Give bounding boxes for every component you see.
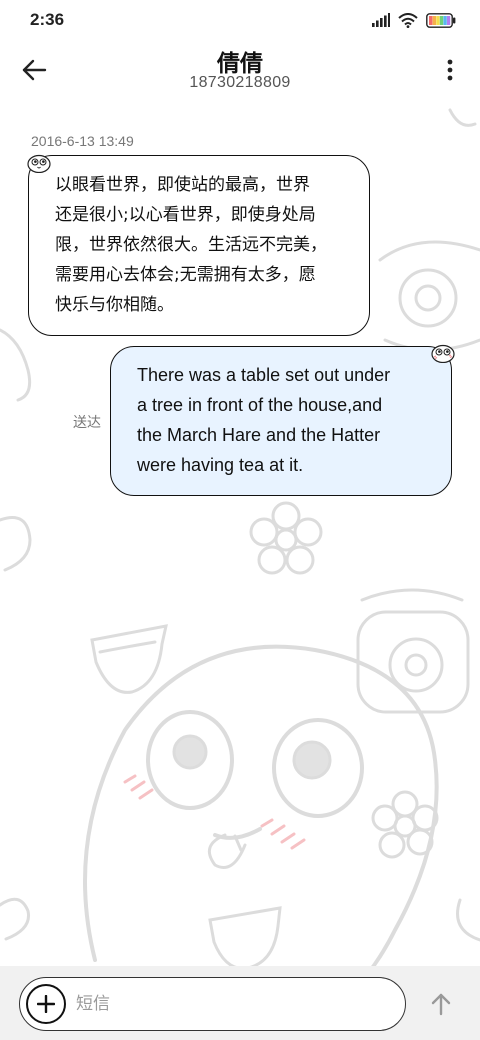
message-line: 需要用心去体会;无需拥有太多，愿 (55, 265, 316, 285)
message-input[interactable] (76, 986, 376, 1022)
conversation-header: 倩倩 18730218809 (0, 40, 480, 104)
message-line: There was a table set out under (137, 365, 391, 385)
more-options-button[interactable] (438, 52, 462, 88)
message-composer (0, 966, 480, 1040)
message-line: were having tea at it. (137, 455, 304, 475)
face-sticker-icon (431, 344, 455, 363)
face-sticker-icon (27, 154, 51, 173)
message-line: a tree in front of the house,and (137, 395, 383, 415)
contact-name: 倩倩 (217, 51, 263, 77)
delivery-status: 送达 (73, 415, 101, 431)
message-line: 以眼看世界，即使站的最高，世界 (55, 175, 310, 195)
attach-button[interactable] (26, 984, 66, 1024)
status-time: 2:36 (30, 10, 65, 29)
outgoing-message-bubble[interactable]: There was a table set out under a tree i… (110, 344, 455, 496)
status-bar: 2:36 (0, 0, 480, 40)
message-line: 还是很小;以心看世界，即使身处局 (55, 205, 316, 225)
incoming-message-bubble[interactable]: 以眼看世界，即使站的最高，世界 还是很小;以心看世界，即使身处局 限，世界依然很… (27, 154, 370, 336)
message-input-container (19, 977, 406, 1031)
message-line: 限，世界依然很大。生活远不完美， (55, 235, 327, 255)
message-line: the March Hare and the Hatter (137, 425, 381, 445)
plus-circle-icon (37, 995, 55, 1013)
message-timestamp: 2016-6-13 13:49 (31, 133, 134, 149)
contact-number: 18730218809 (189, 74, 291, 91)
outgoing-message-text: There was a table set out under a tree i… (137, 360, 437, 480)
wifi-icon (398, 12, 418, 28)
send-arrow-icon (431, 993, 451, 1016)
signal-icon (372, 13, 390, 27)
incoming-message-text: 以眼看世界，即使站的最高，世界 还是很小;以心看世界，即使身处局 限，世界依然很… (55, 170, 349, 320)
more-vertical-icon (447, 59, 453, 81)
battery-icon (426, 12, 456, 28)
send-button[interactable] (426, 989, 456, 1019)
status-icons (372, 12, 456, 28)
message-line: 快乐与你相随。 (55, 295, 174, 315)
